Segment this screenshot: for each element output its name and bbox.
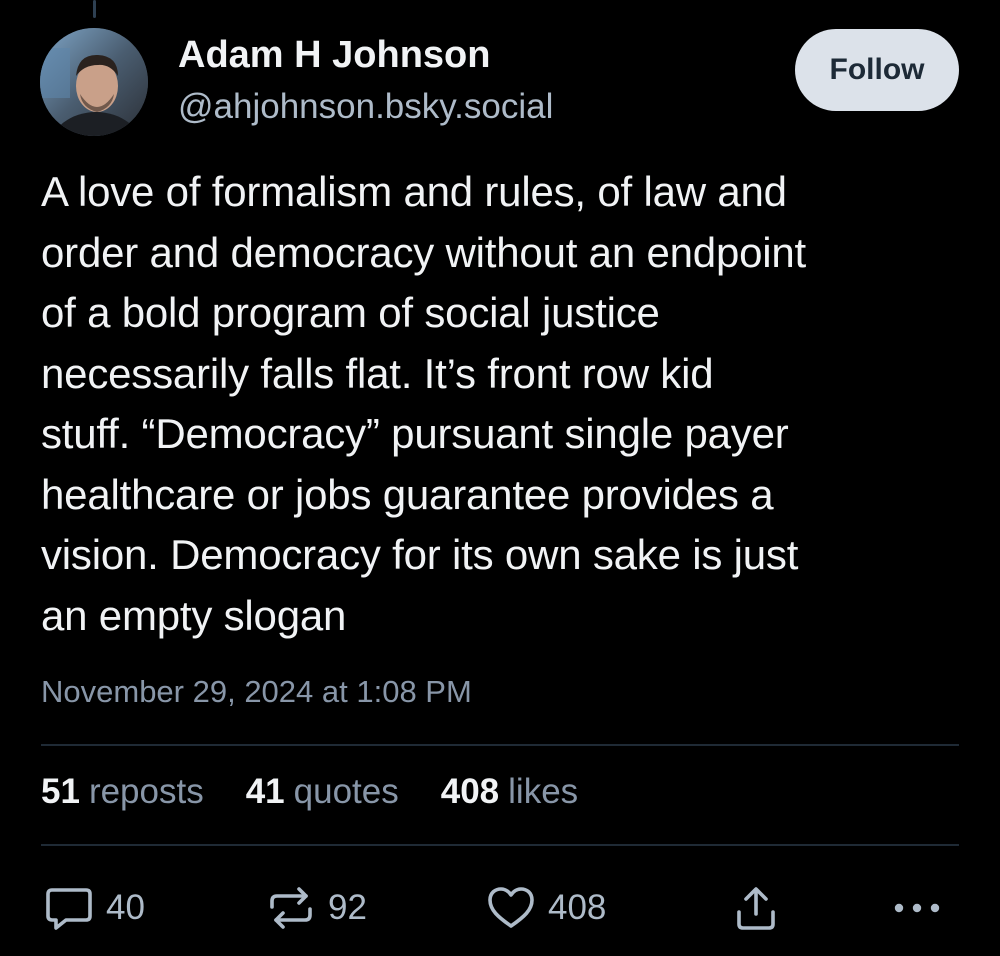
reposts-label: reposts	[88, 772, 204, 811]
reply-count: 40	[106, 888, 145, 927]
post-text-line: of a bold program of social justice	[41, 289, 660, 336]
reposts-count: 51	[41, 772, 80, 811]
like-count: 408	[548, 888, 607, 927]
quotes-count: 41	[245, 772, 285, 811]
quotes-label: quotes	[293, 772, 399, 811]
repost-button[interactable]: 92	[266, 882, 367, 934]
author-display-name[interactable]: Adam H Johnson	[178, 34, 490, 77]
follow-button[interactable]: Follow	[795, 29, 959, 111]
repost-icon	[270, 887, 312, 929]
post-text-line: order and democracy without an endpoint	[41, 228, 807, 276]
divider-top	[41, 744, 959, 746]
quotes-stat[interactable]: 41 quotes	[246, 772, 399, 812]
avatar-image	[40, 28, 148, 136]
like-button[interactable]: 408	[486, 882, 606, 934]
more-options-button[interactable]	[890, 882, 944, 934]
more-icon	[894, 903, 940, 913]
heart-icon	[488, 887, 534, 928]
post-text-line: necessarily falls flat. It’s front row k…	[41, 349, 714, 397]
thread-connector-line	[93, 0, 96, 18]
engagement-stats: 51 reposts 41 quotes 408 likes	[41, 772, 620, 812]
reposts-stat[interactable]: 51 reposts	[41, 772, 204, 812]
post-timestamp[interactable]: November 29, 2024 at 1:08 PM	[41, 674, 472, 710]
avatar[interactable]	[40, 28, 148, 136]
author-handle[interactable]: @ahjohnson.bsky.social	[178, 87, 553, 127]
divider-bottom	[41, 844, 959, 846]
post-text-line: an empty slogan	[41, 591, 347, 639]
repost-count: 92	[328, 888, 367, 927]
reply-icon	[46, 888, 92, 930]
post-text-line: A love of formalism and rules, of law an…	[41, 168, 787, 215]
likes-label: likes	[508, 772, 579, 811]
post-text-line: stuff. “Democracy” pursuant single payer	[41, 410, 789, 457]
post-text: A love of formalism and rules, of law an…	[41, 162, 976, 646]
share-button[interactable]	[734, 882, 778, 934]
reply-button[interactable]: 40	[44, 882, 145, 934]
post-text-line: healthcare or jobs guarantee provides a	[41, 470, 774, 518]
likes-count: 408	[440, 772, 500, 811]
likes-stat[interactable]: 408 likes	[441, 772, 578, 812]
post-text-line: vision. Democracy for its own sake is ju…	[41, 531, 799, 578]
share-icon	[737, 887, 775, 930]
